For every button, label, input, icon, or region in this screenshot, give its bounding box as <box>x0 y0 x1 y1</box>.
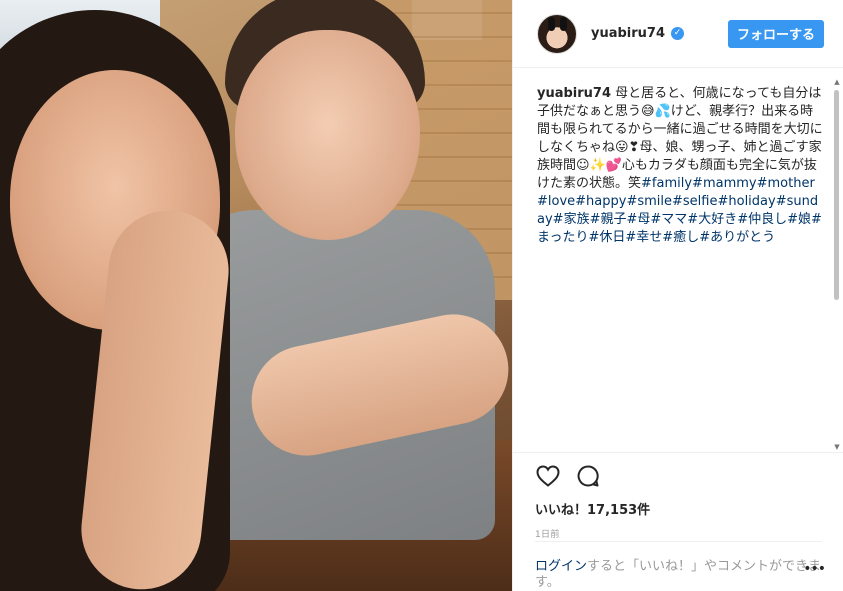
hashtag-link[interactable]: #smile <box>626 194 672 209</box>
hashtag-link[interactable]: #mammy <box>692 176 757 191</box>
scrollbar-thumb[interactable] <box>834 90 839 300</box>
hashtag-link[interactable]: #休日 <box>588 230 625 245</box>
hashtag-link[interactable]: #癒し <box>662 230 699 245</box>
more-options-icon[interactable]: ••• <box>803 561 826 577</box>
post-photo[interactable] <box>0 0 512 591</box>
bunny-ear-right <box>560 16 567 31</box>
post-side-panel: yuabiru74 ✓ フォローする yuabiru74 母と居ると、何歳になっ… <box>512 0 843 591</box>
post-actions: いいね！17,153件 1日前 <box>513 452 843 542</box>
caption-area: yuabiru74 母と居ると、何歳になっても自分は子供だなぁと思う😅💦けど、親… <box>513 69 843 451</box>
hashtag-link[interactable]: #holiday <box>717 194 775 209</box>
follow-button[interactable]: フォローする <box>727 19 824 48</box>
hashtag-link[interactable]: #仲良し <box>737 212 787 227</box>
bunny-ear-left <box>548 16 555 31</box>
hashtag-link[interactable]: #大好き <box>687 212 737 227</box>
hashtag-link[interactable]: #love <box>537 194 575 209</box>
login-link[interactable]: ログイン <box>535 559 587 574</box>
hashtag-link[interactable]: #mother <box>757 176 815 191</box>
scroll-up-arrow-icon[interactable]: ▲ <box>833 78 841 86</box>
hashtag-link[interactable]: #母 <box>626 212 650 227</box>
post-timestamp[interactable]: 1日前 <box>535 527 820 540</box>
caption-username[interactable]: yuabiru74 <box>537 86 611 101</box>
hashtag-link[interactable]: #家族 <box>553 212 590 227</box>
heart-icon[interactable] <box>535 463 561 489</box>
mother-face <box>235 30 420 240</box>
hashtag-link[interactable]: #娘 <box>787 212 811 227</box>
caption-scrollbar[interactable]: ▲ ▼ <box>833 78 841 451</box>
hashtag-link[interactable]: #ママ <box>650 212 687 227</box>
post-header: yuabiru74 ✓ フォローする <box>513 0 843 68</box>
scroll-down-arrow-icon[interactable]: ▼ <box>833 443 841 451</box>
hashtag-link[interactable]: #happy <box>575 194 626 209</box>
like-count[interactable]: いいね！17,153件 <box>535 499 820 518</box>
hashtag-link[interactable]: #ありがとう <box>699 230 775 245</box>
hashtag-link[interactable]: #family <box>641 176 692 191</box>
hashtag-link[interactable]: #幸せ <box>625 230 662 245</box>
avatar[interactable] <box>537 13 577 54</box>
hashtag-link[interactable]: #親子 <box>590 212 627 227</box>
hashtag-link[interactable]: #selfie <box>672 194 717 209</box>
comment-login-prompt: ログインすると「いいね！」やコメントができます。 <box>535 541 822 591</box>
comment-icon[interactable] <box>575 463 601 489</box>
username-link[interactable]: yuabiru74 <box>591 26 665 41</box>
caption-text: yuabiru74 母と居ると、何歳になっても自分は子供だなぁと思う😅💦けど、親… <box>537 85 824 247</box>
verified-check-icon: ✓ <box>671 27 685 40</box>
